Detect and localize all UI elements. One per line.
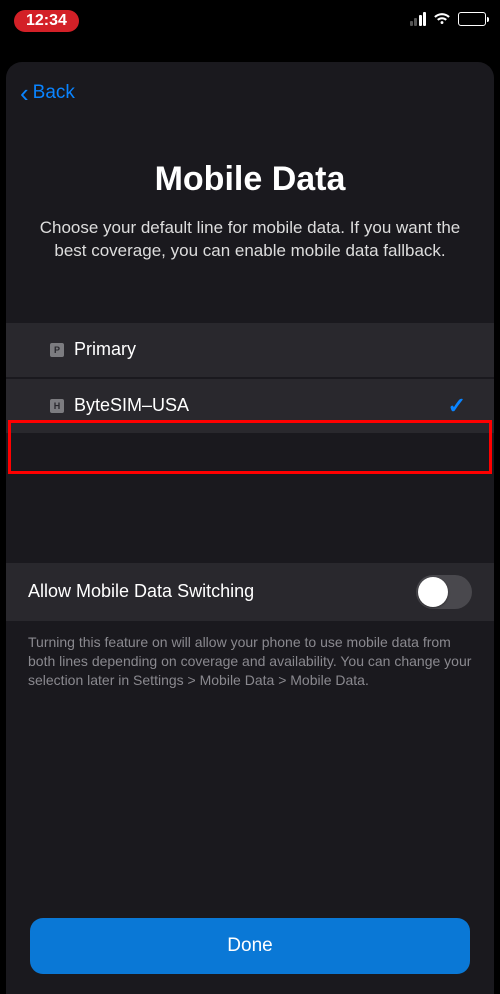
line-option-primary[interactable]: P Primary [6, 323, 494, 377]
cellular-icon [410, 12, 427, 26]
allow-switching-toggle[interactable] [416, 575, 472, 609]
line-label: ByteSIM–USA [74, 395, 448, 416]
line-label: Primary [74, 339, 466, 360]
sim-badge-icon: P [50, 343, 64, 357]
modal-sheet: ‹ Back Mobile Data Choose your default l… [6, 62, 494, 994]
status-time-pill: 12:34 [14, 10, 79, 32]
toggle-label: Allow Mobile Data Switching [28, 581, 254, 602]
status-bar: 12:34 [0, 0, 500, 48]
chevron-left-icon: ‹ [20, 80, 29, 106]
sim-line-list: P Primary H ByteSIM–USA ✓ [6, 323, 494, 433]
checkmark-icon: ✓ [448, 393, 466, 419]
done-button[interactable]: Done [30, 918, 470, 974]
back-label: Back [33, 82, 75, 104]
sim-badge-icon: H [50, 399, 64, 413]
page-title: Mobile Data [6, 160, 494, 199]
allow-switching-row: Allow Mobile Data Switching [6, 563, 494, 621]
page-subtitle: Choose your default line for mobile data… [32, 217, 468, 263]
back-button[interactable]: ‹ Back [6, 62, 494, 116]
toggle-description: Turning this feature on will allow your … [6, 621, 494, 702]
toggle-knob [418, 577, 448, 607]
wifi-icon [433, 12, 451, 26]
line-option-bytesim[interactable]: H ByteSIM–USA ✓ [6, 379, 494, 433]
battery-icon [458, 12, 486, 26]
status-icons [410, 10, 487, 26]
